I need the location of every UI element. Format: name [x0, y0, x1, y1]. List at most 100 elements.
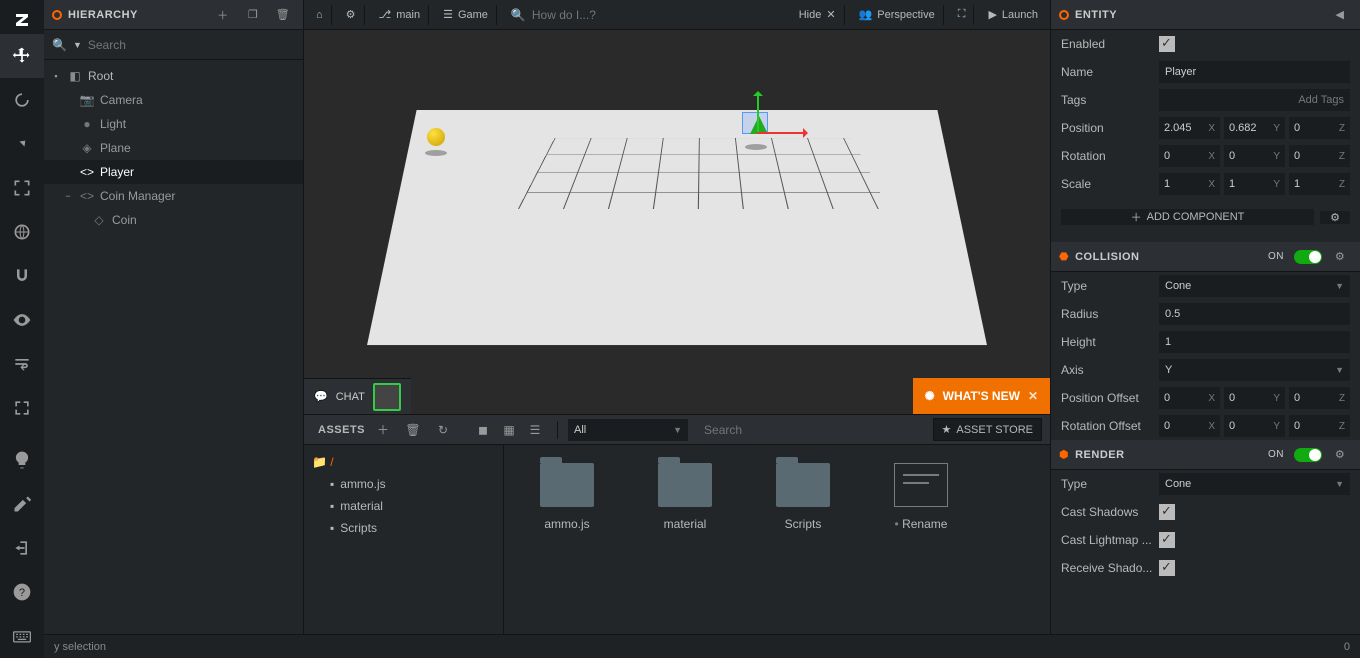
render-toggle[interactable]	[1294, 448, 1322, 462]
cast-shadows-checkbox[interactable]	[1159, 504, 1175, 520]
roff-y-input[interactable]: 0Y	[1224, 415, 1285, 437]
whats-new-banner[interactable]: ✺ WHAT'S NEW ✕	[913, 378, 1050, 414]
tree-item-camera[interactable]: 📷Camera	[44, 88, 303, 112]
cast-lightmap-checkbox[interactable]	[1159, 532, 1175, 548]
position-x-input[interactable]: 2.045X	[1159, 117, 1220, 139]
asset-item[interactable]: Scripts	[758, 463, 848, 531]
tool-scale[interactable]	[0, 122, 44, 166]
tool-wrap[interactable]	[0, 342, 44, 386]
tool-edit[interactable]	[0, 482, 44, 526]
gizmo-y-axis[interactable]	[757, 92, 759, 132]
tree-item-coinmgr[interactable]: −<>Coin Manager	[44, 184, 303, 208]
poff-x-input[interactable]: 0X	[1159, 387, 1220, 409]
tool-keyboard[interactable]	[0, 614, 44, 658]
tool-tips[interactable]	[0, 438, 44, 482]
chevron-down-icon[interactable]: ▼	[73, 40, 82, 50]
tool-rotate[interactable]	[0, 78, 44, 122]
roff-x-input[interactable]: 0X	[1159, 415, 1220, 437]
tree-item-coin[interactable]: ◇Coin	[44, 208, 303, 232]
mesh-icon: ◈	[80, 141, 94, 155]
assets-search-input[interactable]	[704, 423, 926, 437]
user-avatar[interactable]	[373, 383, 401, 411]
collision-toggle[interactable]	[1294, 250, 1322, 264]
position-y-input[interactable]: 0.682Y	[1224, 117, 1285, 139]
star-icon: ★	[942, 423, 952, 436]
tool-move[interactable]	[0, 34, 44, 78]
tree-root[interactable]: ▪ ◧ Root	[44, 64, 303, 88]
view-list-icon[interactable]: ☰	[523, 418, 547, 442]
add-entity-button[interactable]: ＋	[211, 3, 235, 27]
close-icon[interactable]: ✕	[1028, 389, 1038, 403]
collision-radius-input[interactable]: 0.5	[1159, 303, 1350, 325]
delete-asset-button[interactable]: 🗑	[401, 418, 425, 442]
scale-y-input[interactable]: 1Y	[1224, 173, 1285, 195]
add-component-button[interactable]: ＋ ADD COMPONENT	[1061, 209, 1314, 225]
viewport-3d[interactable]: 💬 CHAT ✺ WHAT'S NEW ✕	[304, 30, 1050, 414]
folder-item[interactable]: ▪ammo.js	[312, 473, 495, 495]
chat-bar[interactable]: 💬 CHAT	[304, 378, 411, 414]
asset-item-rename[interactable]: Rename	[876, 463, 966, 531]
settings-button[interactable]: ⚙	[338, 5, 365, 25]
scale-z-input[interactable]: 1Z	[1289, 173, 1350, 195]
asset-store-button[interactable]: ★ASSET STORE	[933, 418, 1043, 441]
tool-world[interactable]	[0, 210, 44, 254]
gear-icon[interactable]: ⚙	[1328, 245, 1352, 269]
enabled-checkbox[interactable]	[1159, 36, 1175, 52]
tags-input[interactable]: Add Tags	[1159, 89, 1350, 111]
roff-z-input[interactable]: 0Z	[1289, 415, 1350, 437]
poff-y-input[interactable]: 0Y	[1224, 387, 1285, 409]
help-search-input[interactable]	[532, 8, 777, 22]
assets-header: ASSETS ＋ 🗑 ↻ ◼ ▦ ☰ All▼ ★ASSET STORE	[304, 415, 1050, 445]
rotation-y-input[interactable]: 0Y	[1224, 145, 1285, 167]
scene-grid	[518, 138, 889, 209]
twisty-icon[interactable]: ▪	[50, 71, 62, 81]
component-settings-button[interactable]: ⚙	[1320, 211, 1350, 224]
tool-resize[interactable]	[0, 166, 44, 210]
scene-button[interactable]: ☰Game	[435, 5, 497, 25]
tree-item-player[interactable]: <>Player	[44, 160, 303, 184]
tool-focus[interactable]	[0, 386, 44, 430]
receive-shadows-checkbox[interactable]	[1159, 560, 1175, 576]
tree-item-plane[interactable]: ◈Plane	[44, 136, 303, 160]
rotation-x-input[interactable]: 0X	[1159, 145, 1220, 167]
hide-button[interactable]: Hide ✕	[791, 5, 845, 25]
collapse-icon[interactable]: ◀	[1328, 3, 1352, 27]
scale-x-input[interactable]: 1X	[1159, 173, 1220, 195]
tool-exit[interactable]	[0, 526, 44, 570]
home-button[interactable]: ⌂	[308, 5, 332, 25]
poff-z-input[interactable]: 0Z	[1289, 387, 1350, 409]
branch-button[interactable]: ⎇main	[371, 5, 430, 25]
collision-height-input[interactable]: 1	[1159, 331, 1350, 353]
tree-item-light[interactable]: ●Light	[44, 112, 303, 136]
asset-item[interactable]: ammo.js	[522, 463, 612, 531]
asset-item[interactable]: material	[640, 463, 730, 531]
gear-icon[interactable]: ⚙	[1328, 443, 1352, 467]
collision-type-select[interactable]: Cone▼	[1159, 275, 1350, 297]
camera-mode-button[interactable]: 👥Perspective	[851, 5, 944, 25]
add-asset-button[interactable]: ＋	[371, 418, 395, 442]
collision-axis-select[interactable]: Y▼	[1159, 359, 1350, 381]
gizmo-x-axis[interactable]	[757, 132, 807, 134]
twisty-icon[interactable]: −	[62, 191, 74, 201]
asset-filter-select[interactable]: All▼	[568, 419, 688, 441]
view-large-icon[interactable]: ◼	[471, 418, 495, 442]
position-z-input[interactable]: 0Z	[1289, 117, 1350, 139]
tool-help[interactable]: ?	[0, 570, 44, 614]
folder-item[interactable]: ▪material	[312, 495, 495, 517]
duplicate-button[interactable]: ❐	[241, 3, 265, 27]
tool-eye[interactable]	[0, 298, 44, 342]
view-grid-icon[interactable]: ▦	[497, 418, 521, 442]
refresh-button[interactable]: ↻	[431, 418, 455, 442]
hierarchy-header: HIERARCHY ＋ ❐ 🗑	[44, 0, 303, 30]
fullscreen-button[interactable]: ⛶	[950, 5, 975, 25]
hierarchy-search-input[interactable]	[88, 38, 295, 52]
hierarchy-search: 🔍 ▼	[44, 30, 303, 60]
folder-item[interactable]: ▪Scripts	[312, 517, 495, 539]
rotation-z-input[interactable]: 0Z	[1289, 145, 1350, 167]
name-input[interactable]	[1159, 61, 1350, 83]
assets-breadcrumb[interactable]: 📁 /	[312, 451, 495, 473]
delete-button[interactable]: 🗑	[271, 3, 295, 27]
render-type-select[interactable]: Cone▼	[1159, 473, 1350, 495]
tool-snap[interactable]	[0, 254, 44, 298]
launch-button[interactable]: ▶Launch	[980, 5, 1046, 25]
